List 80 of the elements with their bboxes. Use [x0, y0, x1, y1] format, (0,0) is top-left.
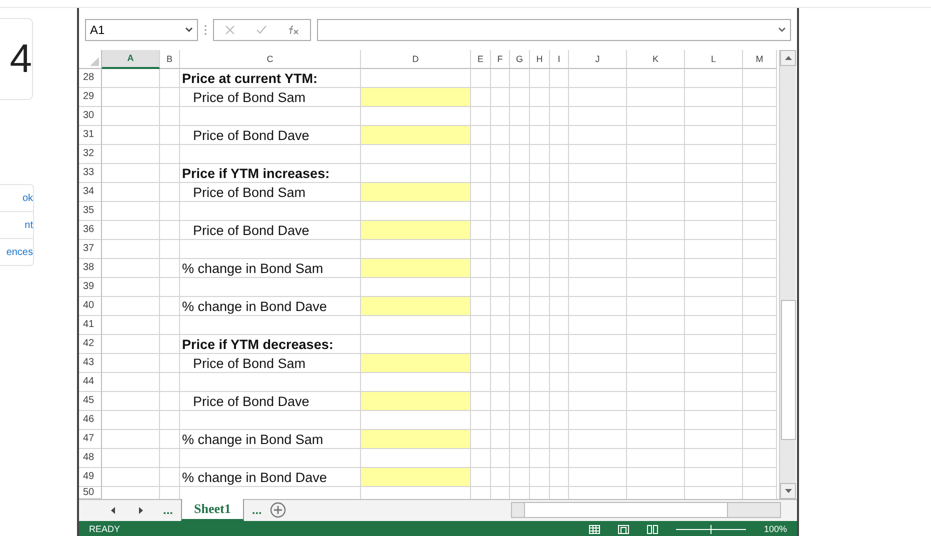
up-arrow-icon: [784, 56, 792, 60]
row-header[interactable]: 28: [79, 68, 102, 88]
sheet-tab[interactable]: Sheet1: [181, 498, 244, 521]
row-header[interactable]: 36: [79, 220, 102, 240]
sidebar-link[interactable]: ok: [0, 185, 33, 211]
left-arrow-icon: [111, 506, 115, 514]
column-header[interactable]: F: [491, 50, 510, 69]
row-header[interactable]: 46: [79, 410, 102, 430]
label-cell-text: Price of Bond Dave: [192, 222, 310, 240]
row-header[interactable]: 38: [79, 258, 102, 278]
section-heading-cell-text: Price if YTM decreases:: [181, 336, 334, 354]
row-header[interactable]: 48: [79, 448, 102, 468]
add-sheet-icon[interactable]: [270, 502, 286, 518]
column-header[interactable]: L: [685, 50, 743, 69]
row-header[interactable]: 33: [79, 164, 102, 183]
sidebar-link[interactable]: ences: [0, 238, 33, 265]
label-cell-text: Price of Bond Sam: [192, 354, 307, 373]
column-header[interactable]: K: [627, 50, 685, 69]
label-cell-text: Price of Bond Sam: [192, 184, 307, 202]
horizontal-scrollbar[interactable]: [511, 502, 781, 518]
dropdown-caret-icon: [185, 27, 193, 32]
row-header[interactable]: 44: [79, 372, 102, 392]
column-header[interactable]: C: [180, 50, 361, 69]
row-header[interactable]: 35: [79, 202, 102, 221]
horizontal-scroll-thumb[interactable]: [524, 503, 728, 518]
column-header[interactable]: I: [550, 50, 569, 69]
right-arrow-icon: [139, 506, 143, 514]
scroll-down-button[interactable]: [780, 482, 796, 499]
vertical-scrollbar[interactable]: [779, 50, 796, 499]
sidebar-link[interactable]: nt: [0, 211, 33, 238]
row-header[interactable]: 34: [79, 182, 102, 202]
row-header[interactable]: 29: [79, 88, 102, 107]
expand-caret-icon: [778, 27, 786, 32]
column-header[interactable]: E: [471, 50, 491, 69]
more-sheets-button[interactable]: ...: [155, 503, 182, 518]
zoom-level: 100%: [764, 524, 787, 534]
section-heading-cell-text: Price if YTM increases:: [181, 164, 331, 183]
label-cell-text: % change in Bond Dave: [181, 468, 328, 487]
row-header[interactable]: 42: [79, 334, 102, 354]
normal-view-icon[interactable]: [588, 524, 600, 534]
label-cell-text: Price of Bond Sam: [192, 88, 307, 107]
column-header[interactable]: H: [530, 50, 550, 69]
row-header[interactable]: 40: [79, 296, 102, 316]
column-header[interactable]: M: [743, 50, 777, 69]
column-header[interactable]: A: [102, 50, 160, 69]
label-cell-text: % change in Bond Sam: [181, 430, 324, 449]
row-header[interactable]: 39: [79, 278, 102, 297]
function-icon[interactable]: [288, 24, 300, 35]
row-header[interactable]: 31: [79, 126, 102, 145]
column-header[interactable]: D: [361, 50, 471, 69]
column-header[interactable]: B: [160, 50, 180, 69]
label-cell-text: % change in Bond Sam: [181, 260, 324, 278]
corner-triangle-icon: [90, 56, 99, 66]
name-box[interactable]: A1: [85, 18, 198, 41]
check-icon[interactable]: [256, 25, 266, 34]
formula-field[interactable]: [317, 18, 791, 41]
label-cell-text: Price of Bond Dave: [192, 126, 310, 145]
more-sheets-button[interactable]: ...: [244, 503, 270, 518]
status-text: READY: [89, 524, 120, 534]
scroll-thumb[interactable]: [781, 300, 796, 440]
column-header[interactable]: G: [510, 50, 530, 69]
row-header[interactable]: 30: [79, 106, 102, 126]
label-cell-text: Price of Bond Dave: [192, 392, 310, 411]
section-heading-cell-text: Price at current YTM:: [181, 70, 319, 88]
row-header[interactable]: 45: [79, 392, 102, 411]
row-header[interactable]: 47: [79, 430, 102, 449]
row-header[interactable]: 49: [79, 468, 102, 487]
row-header[interactable]: 43: [79, 354, 102, 373]
big-number: 4: [10, 36, 32, 82]
label-cell-text: % change in Bond Dave: [181, 298, 328, 316]
down-arrow-icon: [784, 488, 792, 493]
row-header[interactable]: 41: [79, 316, 102, 335]
page-layout-icon[interactable]: [618, 524, 629, 534]
scroll-up-button[interactable]: [780, 50, 796, 66]
page-break-icon[interactable]: [646, 524, 658, 534]
row-header[interactable]: 37: [79, 240, 102, 259]
column-header[interactable]: J: [569, 50, 627, 69]
zoom-slider-icon[interactable]: [676, 524, 746, 534]
grip-icon: [204, 24, 207, 36]
row-header[interactable]: 32: [79, 144, 102, 164]
